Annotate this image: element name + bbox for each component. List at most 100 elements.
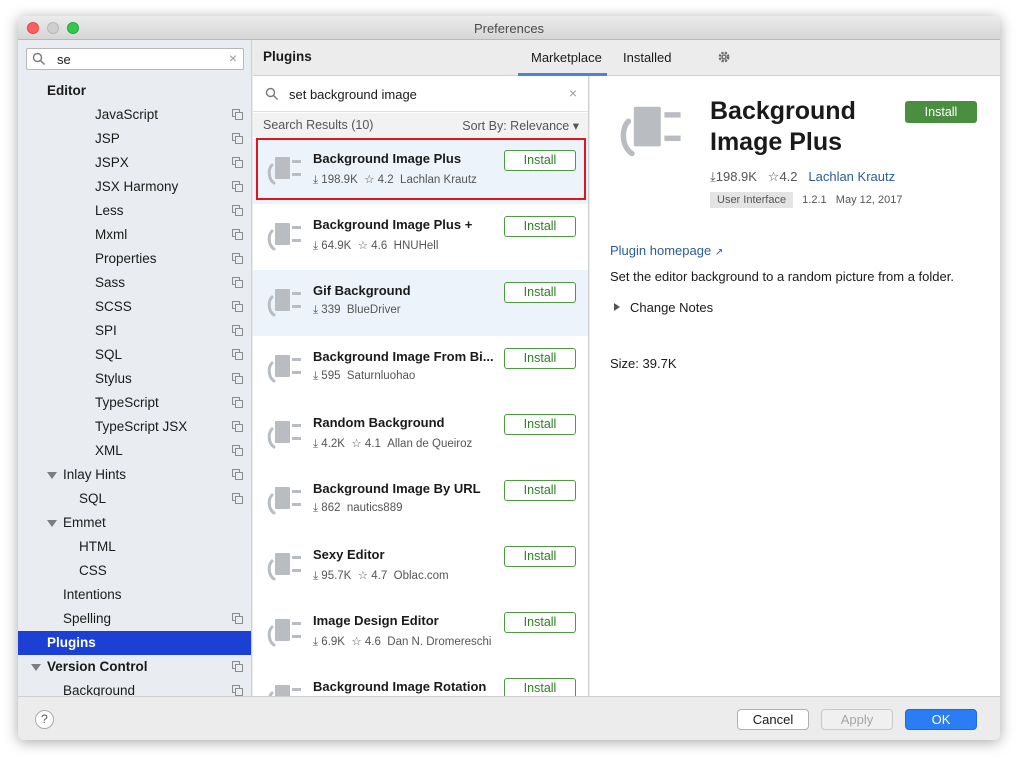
gear-icon[interactable] bbox=[717, 50, 731, 64]
sidebar-item[interactable]: TypeScript bbox=[18, 391, 251, 415]
sidebar-item[interactable]: Properties bbox=[18, 247, 251, 271]
tab-installed[interactable]: Installed bbox=[623, 50, 671, 65]
install-button[interactable]: Install bbox=[504, 414, 576, 435]
plugin-list-item[interactable]: Background Image Rotation Install bbox=[253, 666, 588, 696]
sidebar-item[interactable]: Emmet bbox=[18, 511, 251, 535]
install-button[interactable]: Install bbox=[504, 282, 576, 303]
sidebar-item[interactable]: Mxml bbox=[18, 223, 251, 247]
download-icon: ⤓ bbox=[313, 570, 319, 582]
settings-search-input[interactable]: se × bbox=[26, 48, 244, 70]
sidebar-item[interactable]: SPI bbox=[18, 319, 251, 343]
ok-button[interactable]: OK bbox=[905, 709, 977, 730]
sidebar-item[interactable]: Plugins bbox=[18, 631, 251, 655]
plugin-search-input[interactable]: set background image × bbox=[253, 76, 588, 112]
plugin-list-item[interactable]: Background Image Plus ⤓ 198.9K ☆ 4.2 Lach… bbox=[253, 138, 588, 204]
plugin-list-item[interactable]: Background Image From Bi... ⤓ 595 Saturnl… bbox=[253, 336, 588, 402]
plugin-tags: User Interface 1.2.1 May 12, 2017 bbox=[710, 192, 902, 208]
plugin-name: Background Image From Bi... bbox=[313, 349, 494, 364]
tab-marketplace[interactable]: Marketplace bbox=[531, 50, 602, 65]
install-button[interactable]: Install bbox=[504, 480, 576, 501]
clear-search-icon[interactable]: × bbox=[229, 50, 237, 66]
sidebar-item-label: XML bbox=[95, 443, 123, 458]
sidebar-item[interactable]: Stylus bbox=[18, 367, 251, 391]
plugin-list-item[interactable]: Gif Background ⤓ 339 BlueDriver Install bbox=[253, 270, 588, 336]
change-notes-toggle[interactable]: Change Notes bbox=[610, 300, 713, 315]
plugin-list-item[interactable]: Sexy Editor ⤓ 95.7K ☆ 4.7 Oblac.com Instal… bbox=[253, 534, 588, 600]
project-scope-icon bbox=[232, 229, 243, 240]
sidebar-item-label: Spelling bbox=[63, 611, 112, 626]
sidebar-item-label: Inlay Hints bbox=[63, 467, 127, 482]
downloads-count: 198.9K bbox=[715, 169, 757, 184]
project-scope-icon bbox=[232, 373, 243, 384]
expand-arrow-icon[interactable] bbox=[31, 664, 41, 671]
sidebar-item[interactable]: JSP bbox=[18, 127, 251, 151]
plugin-list-item[interactable]: Image Design Editor ⤓ 6.9K ☆ 4.6 Dan N. D… bbox=[253, 600, 588, 666]
install-button[interactable]: Install bbox=[504, 546, 576, 567]
plugin-icon bbox=[267, 421, 301, 449]
sidebar-item-label: Mxml bbox=[95, 227, 128, 242]
sidebar-item[interactable]: Less bbox=[18, 199, 251, 223]
apply-button[interactable]: Apply bbox=[821, 709, 893, 730]
plugin-name: Image Design Editor bbox=[313, 613, 439, 628]
category-tag[interactable]: User Interface bbox=[710, 192, 794, 208]
install-button[interactable]: Install bbox=[905, 101, 977, 123]
sidebar-item[interactable]: Inlay Hints bbox=[18, 463, 251, 487]
results-bar: Search Results (10) Sort By: Relevance ▾ bbox=[253, 113, 588, 137]
project-scope-icon bbox=[232, 445, 243, 456]
sidebar-item[interactable]: HTML bbox=[18, 535, 251, 559]
settings-tree: Editor JavaScript JSP JSPX JSX Harmony Less Mx… bbox=[18, 79, 251, 696]
change-notes-label: Change Notes bbox=[630, 300, 714, 315]
download-icon: ⤓ bbox=[313, 636, 319, 648]
author-link[interactable]: Lachlan Krautz bbox=[808, 169, 895, 184]
download-icon: ⤓ bbox=[313, 240, 319, 252]
sidebar-item[interactable]: JSPX bbox=[18, 151, 251, 175]
project-scope-icon bbox=[232, 613, 243, 624]
sidebar-item-label: TypeScript JSX bbox=[95, 419, 188, 434]
sidebar-item[interactable]: Sass bbox=[18, 271, 251, 295]
sidebar-item[interactable]: Version Control bbox=[18, 655, 251, 679]
help-button[interactable]: ? bbox=[35, 710, 54, 729]
plugin-list-item[interactable]: Random Background ⤓ 4.2K ☆ 4.1 Allan de Q… bbox=[253, 402, 588, 468]
sidebar-item[interactable]: Editor bbox=[18, 79, 251, 103]
install-button[interactable]: Install bbox=[504, 612, 576, 633]
sidebar-item[interactable]: JavaScript bbox=[18, 103, 251, 127]
sidebar-item-label: Version Control bbox=[47, 659, 148, 674]
sidebar-item[interactable]: SQL bbox=[18, 343, 251, 367]
plugin-meta: ⤓ 64.9K ☆ 4.6 HNUHell bbox=[313, 238, 438, 253]
sidebar-item[interactable]: JSX Harmony bbox=[18, 175, 251, 199]
plugin-list-item[interactable]: Background Image Plus + ⤓ 64.9K ☆ 4.6 HNU… bbox=[253, 204, 588, 270]
plugin-name: Gif Background bbox=[313, 283, 411, 298]
install-button[interactable]: Install bbox=[504, 678, 576, 696]
project-scope-icon bbox=[232, 109, 243, 120]
sidebar-item[interactable]: CSS bbox=[18, 559, 251, 583]
sort-by-dropdown[interactable]: Sort By: Relevance ▾ bbox=[462, 118, 579, 133]
downloads-count: 4.2K bbox=[321, 438, 345, 450]
star-icon: ☆ bbox=[357, 570, 369, 582]
sidebar-item[interactable]: Intentions bbox=[18, 583, 251, 607]
clear-search-icon[interactable]: × bbox=[569, 85, 577, 101]
plugin-name: Background Image By URL bbox=[313, 481, 481, 496]
expand-arrow-icon[interactable] bbox=[47, 472, 57, 479]
project-scope-icon bbox=[232, 157, 243, 168]
expand-arrow-icon[interactable] bbox=[47, 520, 57, 527]
plugin-meta: ⤓ 339 BlueDriver bbox=[313, 304, 401, 317]
project-scope-icon bbox=[232, 469, 243, 480]
sidebar-item[interactable]: Background bbox=[18, 679, 251, 696]
sidebar-item[interactable]: SCSS bbox=[18, 295, 251, 319]
plugin-meta: ⤓ 4.2K ☆ 4.1 Allan de Queiroz bbox=[313, 436, 472, 451]
sidebar-item[interactable]: XML bbox=[18, 439, 251, 463]
preferences-window: Preferences se × Editor JavaScript JSP JSPX… bbox=[18, 16, 1000, 740]
sidebar-item-label: Plugins bbox=[47, 635, 96, 650]
sort-by-label: Sort By: Relevance bbox=[462, 119, 570, 133]
plugin-icon bbox=[267, 619, 301, 647]
install-button[interactable]: Install bbox=[504, 348, 576, 369]
sidebar-item[interactable]: Spelling bbox=[18, 607, 251, 631]
sidebar-item[interactable]: SQL bbox=[18, 487, 251, 511]
rating-value: 4.7 bbox=[371, 570, 388, 582]
sidebar-item[interactable]: TypeScript JSX bbox=[18, 415, 251, 439]
sidebar-item-label: Stylus bbox=[95, 371, 132, 386]
install-button[interactable]: Install bbox=[504, 216, 576, 237]
plugin-homepage-link[interactable]: Plugin homepage ↗ bbox=[610, 243, 723, 258]
cancel-button[interactable]: Cancel bbox=[737, 709, 809, 730]
plugin-list-item[interactable]: Background Image By URL ⤓ 862 nautics889 I… bbox=[253, 468, 588, 534]
